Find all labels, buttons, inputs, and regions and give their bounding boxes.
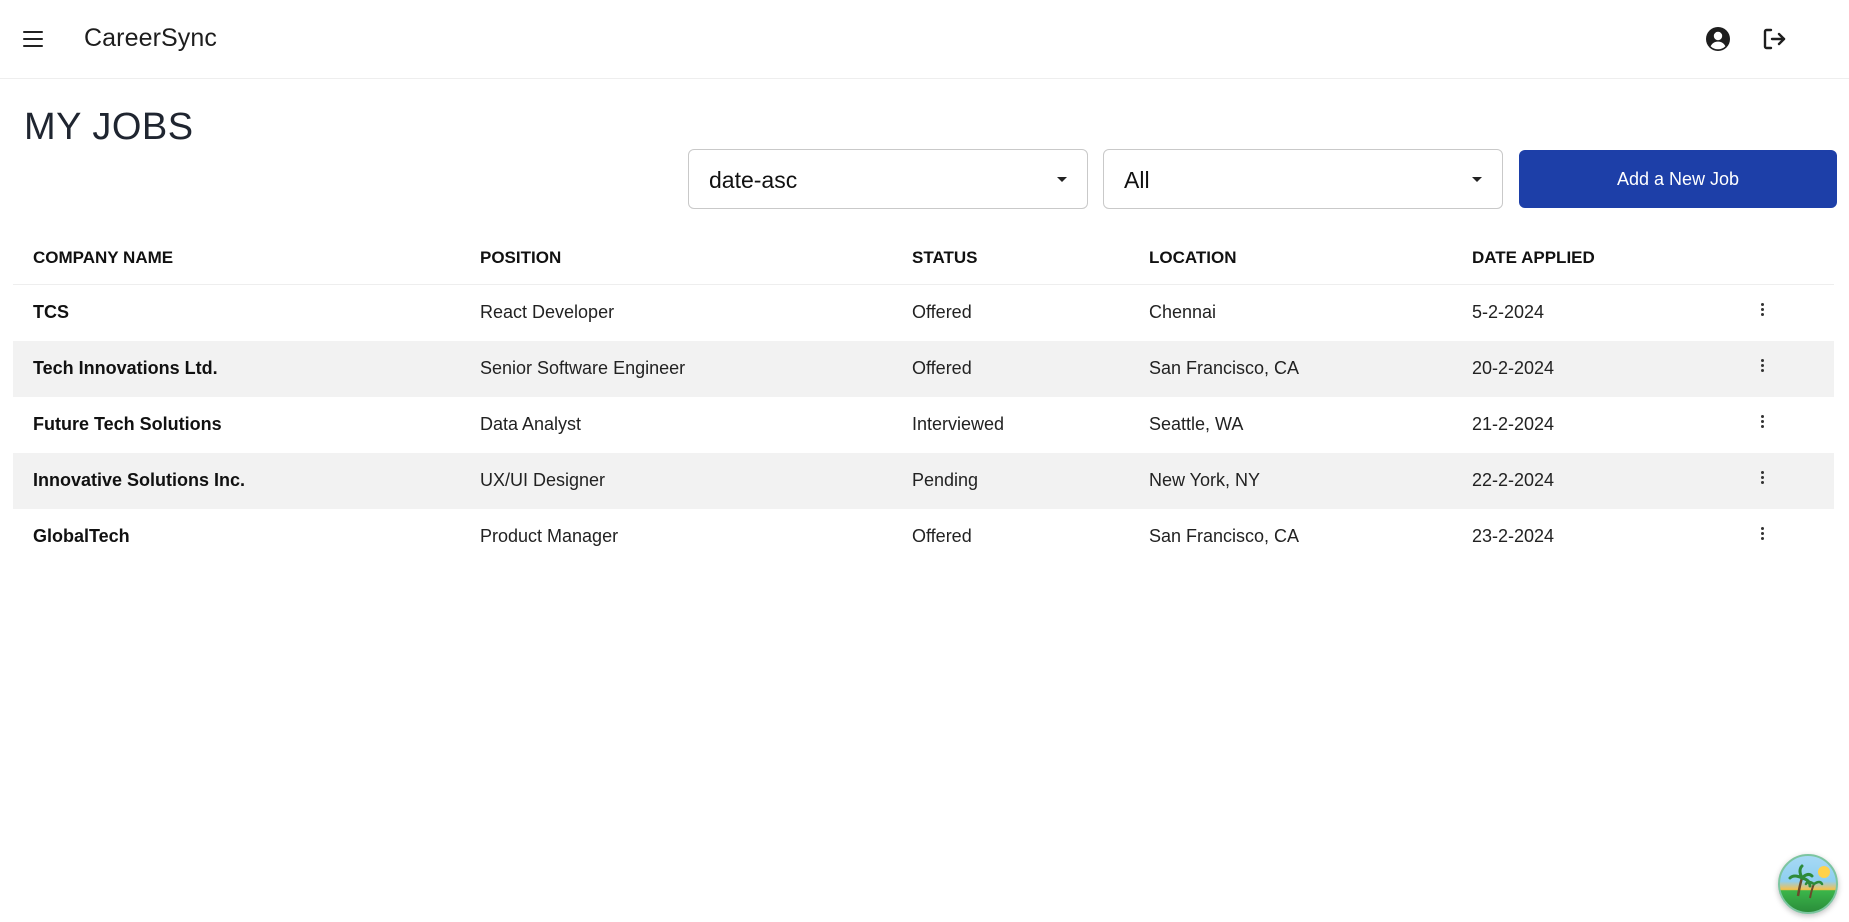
table-row[interactable]: Innovative Solutions Inc. UX/UI Designer…	[13, 453, 1834, 509]
header-location: LOCATION	[1149, 248, 1237, 267]
header-position: POSITION	[480, 248, 562, 267]
more-options-icon[interactable]	[1753, 299, 1773, 321]
cell-date-applied: 22-2-2024	[1472, 470, 1555, 490]
table-row[interactable]: Tech Innovations Ltd. Senior Software En…	[13, 341, 1834, 397]
sort-select-value: date-asc	[709, 167, 798, 193]
table-row[interactable]: Future Tech Solutions Data Analyst Inter…	[13, 397, 1834, 453]
caret-down-icon	[1057, 177, 1067, 182]
more-options-icon[interactable]	[1753, 467, 1773, 489]
cell-position: React Developer	[480, 302, 615, 322]
status-filter-select[interactable]: All	[1103, 149, 1503, 209]
more-options-icon[interactable]	[1753, 523, 1773, 545]
cell-position: Product Manager	[480, 526, 619, 546]
cell-position: Data Analyst	[480, 414, 582, 434]
header-company-name: COMPANY NAME	[33, 248, 174, 267]
cell-company: Tech Innovations Ltd.	[33, 358, 218, 378]
table-row[interactable]: GlobalTech Product Manager Offered San F…	[13, 509, 1834, 565]
sort-select[interactable]: date-asc	[688, 149, 1088, 209]
cell-position: UX/UI Designer	[480, 470, 606, 490]
cell-company: Innovative Solutions Inc.	[33, 470, 246, 490]
brand-name[interactable]: CareerSync	[84, 24, 217, 53]
cell-location: Seattle, WA	[1149, 414, 1244, 434]
cell-company: TCS	[33, 302, 69, 322]
cell-date-applied: 21-2-2024	[1472, 414, 1555, 434]
table-row[interactable]: TCS React Developer Offered Chennai 5-2-…	[13, 285, 1834, 341]
cell-status: Pending	[912, 470, 979, 490]
cell-location: San Francisco, CA	[1149, 526, 1300, 546]
add-new-job-button[interactable]: Add a New Job	[1519, 150, 1837, 208]
header-date-applied: DATE APPLIED	[1472, 248, 1595, 267]
cell-status: Offered	[912, 302, 972, 322]
page-title: MY JOBS	[24, 106, 194, 148]
more-options-icon[interactable]	[1753, 355, 1773, 377]
more-options-icon[interactable]	[1753, 411, 1773, 433]
assistant-launcher-icon[interactable]	[1778, 854, 1838, 914]
status-filter-value: All	[1124, 167, 1150, 193]
cell-date-applied: 20-2-2024	[1472, 358, 1555, 378]
cell-position: Senior Software Engineer	[480, 358, 686, 378]
table-header: COMPANY NAME POSITION STATUS LOCATION DA…	[13, 236, 1834, 285]
cell-date-applied: 23-2-2024	[1472, 526, 1555, 546]
cell-status: Offered	[912, 526, 972, 546]
header-status: STATUS	[912, 248, 978, 267]
jobs-table: COMPANY NAME POSITION STATUS LOCATION DA…	[13, 236, 1834, 565]
cell-status: Interviewed	[912, 414, 1005, 434]
cell-location: New York, NY	[1149, 470, 1261, 490]
cell-company: GlobalTech	[33, 526, 130, 546]
cell-location: San Francisco, CA	[1149, 358, 1300, 378]
cell-company: Future Tech Solutions	[33, 414, 222, 434]
cell-location: Chennai	[1149, 302, 1217, 322]
user-circle-icon[interactable]	[1701, 22, 1735, 56]
logout-icon[interactable]	[1757, 22, 1791, 56]
caret-down-icon	[1472, 177, 1482, 182]
top-navbar: CareerSync	[0, 0, 1849, 79]
cell-status: Offered	[912, 358, 972, 378]
cell-date-applied: 5-2-2024	[1472, 302, 1545, 322]
hamburger-menu-icon[interactable]	[18, 24, 50, 54]
